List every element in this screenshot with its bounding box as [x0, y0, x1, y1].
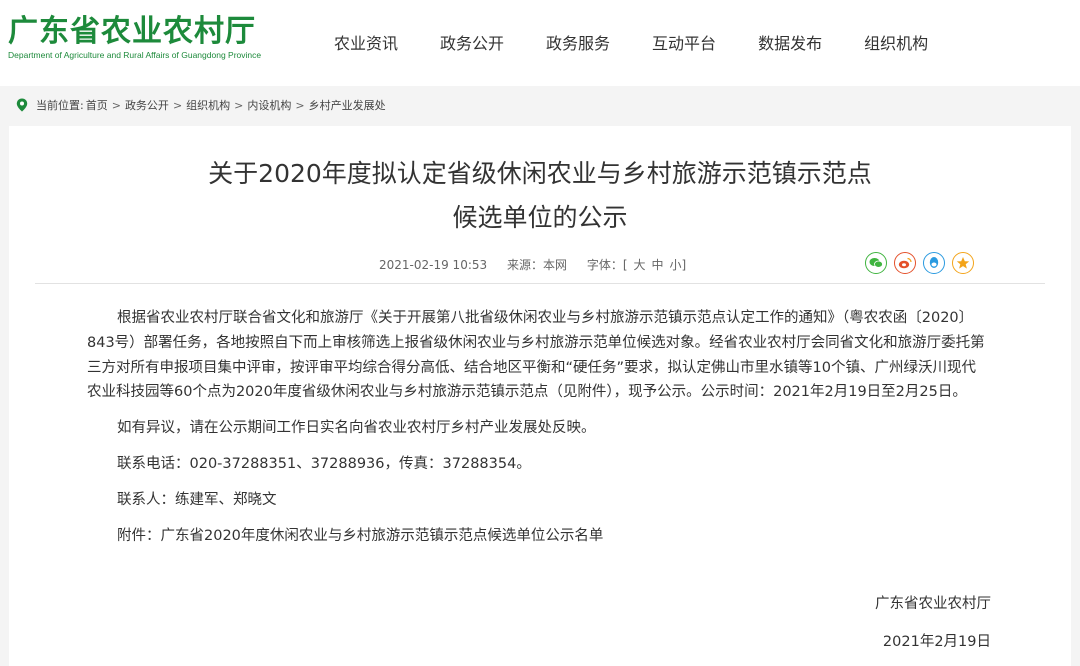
article-title-line2: 候选单位的公示: [452, 203, 628, 232]
breadcrumb-rural-industry-dept[interactable]: 乡村产业发展处: [309, 97, 386, 113]
breadcrumb-separator: >: [295, 98, 305, 112]
font-size-close: ]: [681, 258, 687, 272]
font-size-label: 字体：[: [586, 258, 628, 272]
body-paragraph-phone: 联系电话：020-37288351、37288936，传真：37288354。: [117, 455, 531, 472]
article-title-line1: 关于2020年度拟认定省级休闲农业与乡村旅游示范镇示范点: [208, 159, 872, 188]
breadcrumb-organization[interactable]: 组织机构: [186, 97, 230, 113]
site-logo[interactable]: 广东省农业农村厅 Department of Agriculture and R…: [8, 14, 298, 60]
share-weibo-button[interactable]: [894, 252, 916, 274]
nav-item-news[interactable]: 农业资讯: [313, 26, 419, 58]
breadcrumb: 当前位置: 首页 > 政务公开 > 组织机构 > 内设机构 > 乡村产业发展处: [0, 86, 1080, 124]
font-size-large[interactable]: 大: [634, 258, 646, 272]
article-meta: 2021-02-19 10:53 来源：本网 字体：[ 大中小]: [379, 256, 702, 273]
nav-item-gov-services[interactable]: 政务服务: [525, 26, 631, 58]
article-body: 根据省农业农村厅联合省文化和旅游厅《关于开展第八批省级休闲农业与乡村旅游示范镇示…: [87, 306, 987, 548]
body-paragraph-contact: 联系人：练建军、郑晓文: [117, 491, 277, 508]
qq-icon: [929, 257, 939, 268]
nav-item-organization[interactable]: 组织机构: [843, 26, 949, 58]
font-size-small[interactable]: 小: [670, 258, 682, 272]
breadcrumb-separator: >: [111, 98, 121, 112]
nav-item-data[interactable]: 数据发布: [737, 26, 843, 58]
wechat-icon: [869, 258, 883, 268]
breadcrumb-separator: >: [172, 98, 183, 112]
breadcrumb-home[interactable]: 首页: [86, 97, 108, 113]
nav-item-gov-affairs[interactable]: 政务公开: [419, 26, 525, 58]
publish-date: 2021-02-19 10:53: [379, 258, 488, 272]
article-source: 来源：本网: [506, 258, 567, 272]
share-wechat-button[interactable]: [865, 252, 887, 274]
share-buttons: [865, 252, 981, 274]
nav-item-interaction[interactable]: 互动平台: [631, 26, 737, 58]
article-signature: 广东省农业农村厅: [875, 596, 991, 612]
font-size-control: 字体：[ 大中小]: [587, 258, 686, 272]
body-paragraph-objection: 如有异议，请在公示期间工作日实名向省农业农村厅乡村产业发展处反映。: [117, 420, 596, 437]
article-container: 关于2020年度拟认定省级休闲农业与乡村旅游示范镇示范点 候选单位的公示 202…: [9, 126, 1071, 666]
logo-title: 广东省农业农村厅: [8, 14, 256, 49]
body-paragraph-main: 根据省农业农村厅联合省文化和旅游厅《关于开展第八批省级休闲农业与乡村旅游示范镇示…: [87, 310, 985, 401]
breadcrumb-internal-departments[interactable]: 内设机构: [247, 97, 291, 113]
site-header: 广东省农业农村厅 Department of Agriculture and R…: [0, 0, 1080, 86]
breadcrumb-gov-affairs[interactable]: 政务公开: [125, 97, 169, 113]
meta-divider: [35, 283, 1045, 284]
breadcrumb-separator: >: [234, 98, 244, 112]
article-title: 关于2020年度拟认定省级休闲农业与乡村旅游示范镇示范点 候选单位的公示: [9, 152, 1071, 240]
share-qq-button[interactable]: [923, 252, 945, 274]
breadcrumb-label: 当前位置:: [36, 99, 84, 112]
main-nav: 农业资讯 政务公开 政务服务 互动平台 数据发布 组织机构: [313, 26, 949, 58]
font-size-medium[interactable]: 中: [652, 258, 664, 272]
location-pin-icon: [16, 98, 28, 112]
share-qzone-button[interactable]: [952, 252, 974, 274]
qzone-icon: [956, 257, 970, 269]
body-paragraph-attachment: 附件：广东省2020年度休闲农业与乡村旅游示范镇示范点候选单位公示名单: [117, 527, 604, 544]
logo-subtitle: Department of Agriculture and Rural Affa…: [8, 50, 262, 60]
article-sign-date: 2021年2月19日: [882, 634, 991, 650]
weibo-icon: [898, 257, 912, 269]
